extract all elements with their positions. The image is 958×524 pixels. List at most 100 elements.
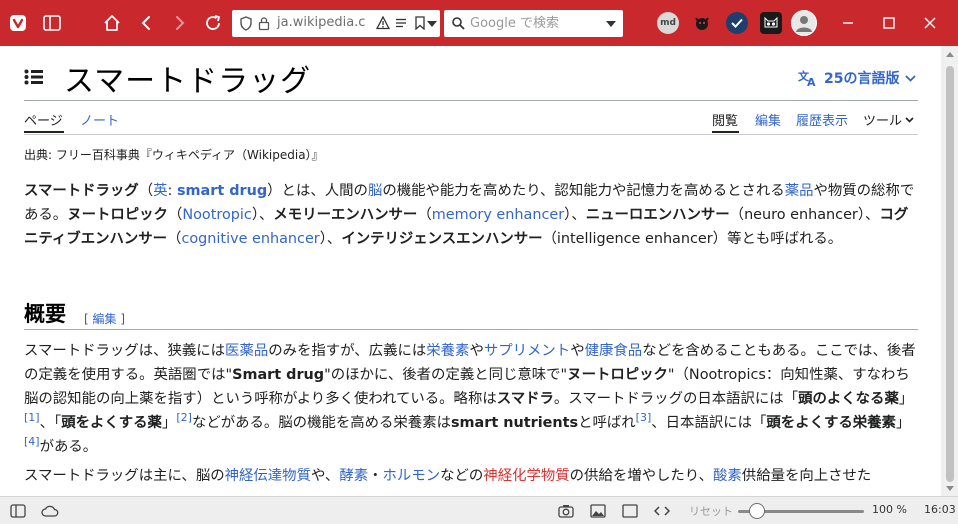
cloud-sync-icon[interactable] — [41, 502, 59, 520]
link-cognitive-enhancer[interactable]: cognitive enhancer — [181, 231, 319, 247]
text: の機能や能力を高めたり、認知能力や記憶力を高めるとされる — [382, 183, 785, 199]
camera-icon[interactable] — [557, 502, 575, 520]
minimize-icon[interactable] — [836, 11, 860, 35]
scroll-up-icon[interactable] — [946, 52, 954, 57]
citation-2[interactable]: [2] — [176, 411, 192, 424]
text: : — [167, 183, 177, 199]
text: （intelligence enhancer）等とも呼ばれる。 — [542, 231, 843, 247]
link-brain[interactable]: 脳 — [368, 183, 382, 199]
tab-edit[interactable]: 編集 — [755, 110, 781, 129]
link-pharmaceutical[interactable]: 医薬品 — [225, 343, 268, 359]
close-icon[interactable] — [918, 11, 942, 35]
text: "のほかに、後者の定義と同じ意味で" — [324, 367, 568, 383]
zoom-slider-handle[interactable] — [748, 503, 765, 519]
section-edit-link[interactable]: [ 編集 ] — [84, 310, 125, 327]
term-smart-nutrients: smart nutrients — [450, 415, 579, 431]
term-memory-enhancer: メモリーエンハンサー — [273, 207, 418, 223]
tab-talk[interactable]: ノート — [80, 110, 119, 129]
tools-chevron-icon — [905, 116, 914, 123]
text: ）、 — [251, 207, 274, 223]
term-nootropic: ヌートロピック — [67, 207, 168, 223]
image-toggle-icon[interactable] — [589, 502, 607, 520]
text: と呼ばれ — [578, 415, 636, 431]
panel-toggle-icon[interactable] — [40, 11, 64, 35]
citation-1[interactable]: [1] — [24, 411, 40, 424]
language-count: 25の言語版 — [824, 71, 900, 87]
link-nootropic[interactable]: Nootropic — [182, 207, 251, 223]
profile-avatar[interactable] — [791, 10, 817, 36]
devil-icon[interactable] — [691, 12, 713, 34]
cat-icon[interactable] — [760, 12, 782, 34]
url-text[interactable]: ja.wikipedia.c — [277, 15, 365, 30]
zoom-level[interactable]: 100 % — [872, 503, 907, 516]
maximize-icon[interactable] — [877, 11, 901, 35]
lock-icon[interactable] — [258, 16, 270, 31]
link-smart-drug-en[interactable]: smart drug — [177, 183, 267, 199]
text: のみを指すが、広義には — [268, 343, 427, 359]
text: ）とは、人間の — [267, 183, 368, 199]
forward-icon[interactable] — [168, 11, 192, 35]
text: 、「 — [39, 415, 62, 431]
text: 、日本語訳には「 — [651, 415, 767, 431]
text: ・ — [368, 468, 383, 484]
main-menu-icon[interactable] — [24, 69, 44, 85]
text: や — [570, 343, 585, 359]
check-shield-icon[interactable] — [726, 12, 748, 34]
tab-history[interactable]: 履歴表示 — [796, 110, 848, 129]
search-icon — [452, 17, 465, 30]
text: や — [469, 343, 484, 359]
overview-paragraph: スマートドラッグは、狭義には医薬品のみを指すが、広義には栄養素やサプリメントや健… — [24, 339, 918, 459]
mechanism-paragraph: スマートドラッグは主に、脳の神経伝達物質や、酵素・ホルモンなどの神経化学物質の供… — [24, 464, 918, 488]
term-sumadora: スマドラ — [496, 391, 554, 407]
back-icon[interactable] — [134, 11, 158, 35]
bookmark-icon[interactable] — [415, 16, 425, 30]
source-line: 出典: フリー百科事典『ウィキペディア（Wikipedia）』 — [24, 148, 324, 162]
link-drug[interactable]: 薬品 — [785, 183, 814, 199]
page-content: スマートドラッグ 文A 25の言語版 ページ ノート 閲覧 編集 履歴表示 ツー… — [0, 46, 941, 496]
page-scrollbar[interactable] — [941, 46, 958, 496]
md-icon[interactable]: md — [657, 12, 679, 34]
shield-icon[interactable] — [240, 16, 252, 31]
address-bar[interactable]: ja.wikipedia.c — [232, 10, 440, 37]
tab-page[interactable]: ページ — [24, 110, 63, 129]
text: 」 — [161, 415, 177, 431]
link-oxygen[interactable]: 酸素 — [713, 468, 742, 484]
text: 。スマートドラッグの日本語訳には「 — [553, 391, 799, 407]
text: 」 — [895, 415, 911, 431]
clock: 16:03 — [924, 503, 956, 516]
bracket: ] — [116, 312, 126, 326]
search-input[interactable] — [470, 14, 600, 33]
link-neurochemical-redlink[interactable]: 神経化学物質 — [483, 468, 569, 484]
link-nutrient[interactable]: 栄養素 — [426, 343, 469, 359]
link-neurotransmitter[interactable]: 神経伝達物質 — [225, 468, 311, 484]
section-edit-label[interactable]: 編集 — [93, 312, 117, 326]
scroll-down-icon[interactable] — [946, 486, 954, 491]
link-supplement[interactable]: サプリメント — [484, 343, 570, 359]
search-engine-dropdown-icon[interactable] — [606, 21, 616, 27]
search-box[interactable] — [444, 10, 623, 37]
vivaldi-menu-icon[interactable] — [6, 11, 30, 35]
browser-toolbar: ja.wikipedia.c md — [0, 0, 958, 46]
tools-menu[interactable]: ツール — [863, 110, 914, 129]
text: （neuro enhancer）、 — [729, 207, 880, 223]
reload-icon[interactable] — [201, 11, 225, 35]
url-dropdown-icon[interactable] — [427, 21, 437, 27]
zoom-reset-button[interactable]: リセット — [689, 503, 733, 519]
code-icon[interactable] — [653, 502, 671, 520]
link-hormone[interactable]: ホルモン — [383, 468, 441, 484]
text: や、 — [310, 468, 340, 484]
tab-read[interactable]: 閲覧 — [712, 110, 738, 129]
scrollbar-thumb[interactable] — [946, 66, 954, 482]
home-icon[interactable] — [100, 11, 124, 35]
link-english[interactable]: 英 — [153, 183, 167, 199]
link-memory-enhancer[interactable]: memory enhancer — [432, 207, 564, 223]
citation-4[interactable]: [4] — [24, 435, 40, 448]
link-enzyme[interactable]: 酵素 — [339, 468, 368, 484]
panel-icon[interactable] — [9, 502, 27, 520]
citation-3[interactable]: [3] — [636, 411, 652, 424]
term-atama-wo-yoku-suru-eiyouso: 頭をよくする栄養素 — [766, 415, 896, 431]
link-health-food[interactable]: 健康食品 — [585, 343, 643, 359]
language-button[interactable]: 文A 25の言語版 — [798, 68, 917, 88]
reader-view-icon[interactable] — [395, 17, 407, 29]
page-actions-icon[interactable] — [621, 502, 639, 520]
